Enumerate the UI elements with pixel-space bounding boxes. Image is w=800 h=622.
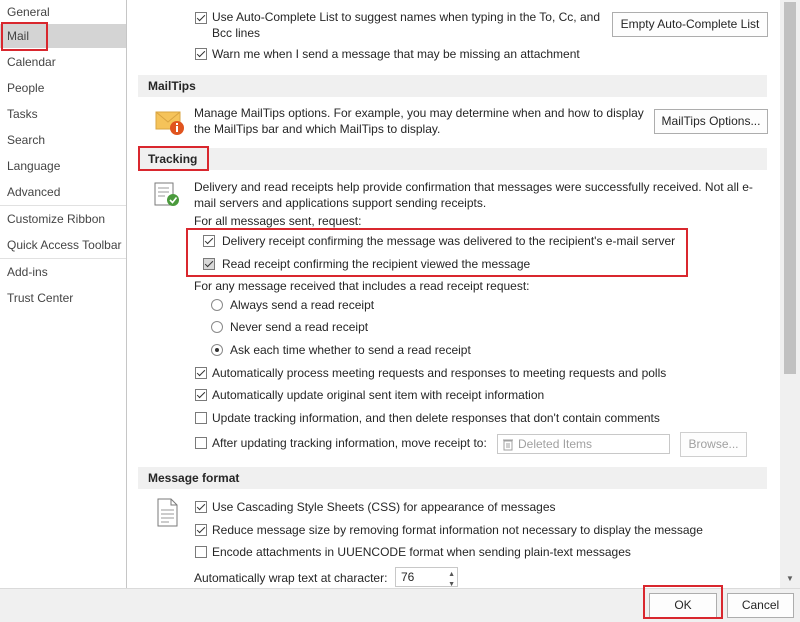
any-message-label: For any message received that includes a… (194, 279, 530, 293)
read-receipt-label: Read receipt confirming the recipient vi… (222, 257, 531, 271)
wrap-text-stepper[interactable]: 76 ▲ ▼ (395, 567, 458, 588)
always-send-radio[interactable] (211, 299, 223, 311)
sidebar-item-trust-center[interactable]: Trust Center (0, 286, 126, 310)
scrollbar-thumb[interactable] (784, 2, 796, 374)
sidebar-divider (0, 205, 126, 206)
sidebar-item-quick-access-toolbar[interactable]: Quick Access Toolbar (0, 233, 126, 257)
autocomplete-label: Use Auto-Complete List to suggest names … (212, 10, 600, 40)
ask-each-time-radio[interactable] (211, 344, 223, 356)
wrap-text-value: 76 (401, 570, 415, 584)
sidebar-item-tasks[interactable]: Tasks (0, 102, 126, 126)
mailtips-envelope-icon (155, 111, 184, 135)
auto-process-checkbox[interactable] (195, 367, 207, 379)
scroll-down-arrow-icon[interactable]: ▼ (784, 572, 796, 586)
autocomplete-checkbox[interactable] (195, 12, 207, 24)
uuencode-label: Encode attachments in UUENCODE format wh… (212, 545, 631, 559)
sidebar-item-add-ins[interactable]: Add-ins (0, 260, 126, 284)
delivery-receipt-label: Delivery receipt confirming the message … (222, 234, 676, 248)
mailtips-options-button[interactable]: MailTips Options... (654, 109, 768, 134)
mail-options-panel: Use Auto-Complete List to suggest names … (128, 0, 780, 588)
mailtips-description: Manage MailTips options. For example, yo… (194, 106, 644, 136)
delivery-receipt-checkbox[interactable] (203, 235, 215, 247)
update-delete-label: Update tracking information, and then de… (212, 411, 660, 425)
message-format-section-header: Message format (138, 467, 767, 489)
tracking-description: Delivery and read receipts help provide … (194, 180, 753, 210)
sidebar-item-people[interactable]: People (0, 76, 126, 100)
sidebar-item-language[interactable]: Language (0, 154, 126, 178)
trash-bin-icon (503, 439, 513, 451)
reduce-size-label: Reduce message size by removing format i… (212, 523, 703, 537)
mailtips-section-header: MailTips (138, 75, 767, 97)
attachment-warning-checkbox[interactable] (195, 48, 207, 60)
tracking-receipt-icon (154, 182, 179, 206)
never-send-label: Never send a read receipt (230, 320, 369, 334)
auto-update-checkbox[interactable] (195, 389, 207, 401)
document-format-icon (157, 498, 178, 527)
auto-process-label: Automatically process meeting requests a… (212, 366, 667, 380)
receipt-folder-value: Deleted Items (518, 437, 593, 451)
wrap-text-label: Automatically wrap text at character: (194, 571, 388, 585)
always-send-label: Always send a read receipt (230, 298, 375, 312)
sidebar-item-customize-ribbon[interactable]: Customize Ribbon (0, 207, 126, 231)
stepper-down-icon[interactable]: ▼ (448, 576, 455, 588)
sidebar-item-search[interactable]: Search (0, 128, 126, 152)
css-label: Use Cascading Style Sheets (CSS) for app… (212, 500, 556, 514)
reduce-size-checkbox[interactable] (195, 524, 207, 536)
ok-button[interactable]: OK (649, 593, 717, 618)
sidebar-item-advanced[interactable]: Advanced (0, 180, 126, 204)
sidebar-divider (0, 258, 126, 259)
receipt-folder-field[interactable]: Deleted Items (497, 434, 670, 454)
sidebar-item-calendar[interactable]: Calendar (0, 50, 126, 74)
tracking-section-header: Tracking (138, 148, 767, 170)
sidebar-item-general[interactable]: General (0, 0, 126, 24)
ask-each-time-label: Ask each time whether to send a read rec… (230, 343, 471, 357)
for-all-messages-label: For all messages sent, request: (194, 214, 362, 228)
empty-autocomplete-button[interactable]: Empty Auto-Complete List (612, 12, 768, 37)
never-send-radio[interactable] (211, 321, 223, 333)
content-scrollbar[interactable]: ▼ (780, 0, 800, 588)
sidebar-item-mail[interactable]: Mail (0, 24, 126, 48)
read-receipt-checkbox[interactable] (203, 258, 215, 270)
attachment-warning-label: Warn me when I send a message that may b… (212, 47, 580, 61)
auto-update-label: Automatically update original sent item … (212, 388, 545, 402)
update-delete-checkbox[interactable] (195, 412, 207, 424)
browse-button[interactable]: Browse... (680, 432, 747, 457)
css-checkbox[interactable] (195, 501, 207, 513)
move-receipt-label: After updating tracking information, mov… (212, 436, 487, 450)
move-receipt-checkbox[interactable] (195, 437, 207, 449)
options-sidebar: General Mail Calendar People Tasks Searc… (0, 0, 127, 588)
dialog-button-bar: OK Cancel (0, 588, 800, 622)
uuencode-checkbox[interactable] (195, 546, 207, 558)
cancel-button[interactable]: Cancel (727, 593, 794, 618)
